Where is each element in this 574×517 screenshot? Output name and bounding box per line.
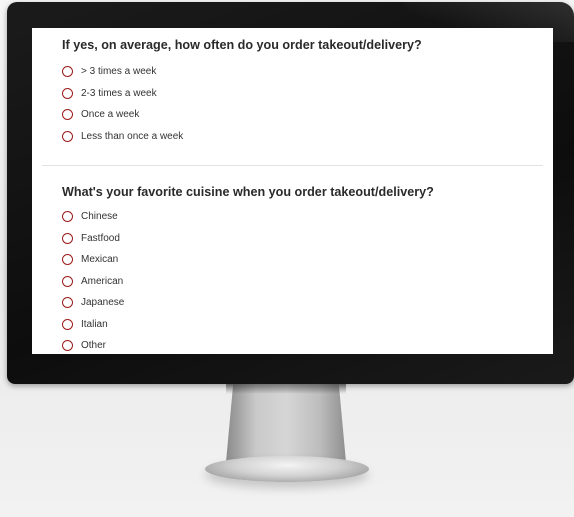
radio-button-icon[interactable] [62, 254, 73, 266]
question-cuisine-options: Chinese Fastfood Mexican American Japane… [62, 206, 124, 354]
option-chinese[interactable]: Chinese [62, 206, 124, 228]
option-other[interactable]: Other [62, 335, 124, 354]
option-more-than-3-weekly[interactable]: > 3 times a week [62, 61, 183, 83]
option-italian[interactable]: Italian [62, 314, 124, 336]
radio-button-icon[interactable] [62, 211, 73, 223]
option-once-weekly[interactable]: Once a week [62, 104, 183, 126]
monitor: If yes, on average, how often do you ord… [7, 2, 574, 384]
radio-button-icon[interactable] [62, 66, 73, 78]
option-japanese[interactable]: Japanese [62, 292, 124, 314]
radio-button-icon[interactable] [62, 318, 73, 330]
radio-button-icon[interactable] [62, 232, 73, 244]
radio-button-icon[interactable] [62, 340, 73, 352]
monitor-stand-shadow [226, 384, 346, 394]
radio-button-icon[interactable] [62, 275, 73, 287]
option-label: Fastfood [81, 232, 120, 244]
survey-screen: If yes, on average, how often do you ord… [32, 28, 553, 354]
radio-button-icon[interactable] [62, 130, 73, 142]
option-label: 2-3 times a week [81, 87, 157, 99]
monitor-stand-neck [226, 384, 346, 462]
radio-button-icon[interactable] [62, 109, 73, 121]
option-2-3-weekly[interactable]: 2-3 times a week [62, 83, 183, 105]
option-label: > 3 times a week [81, 66, 157, 78]
option-label: Chinese [81, 211, 118, 223]
question-divider [42, 165, 543, 166]
option-american[interactable]: American [62, 271, 124, 293]
option-fastfood[interactable]: Fastfood [62, 228, 124, 250]
monitor-stand-base [205, 456, 369, 482]
option-label: Italian [81, 318, 108, 330]
option-label: Mexican [81, 254, 119, 266]
option-less-than-weekly[interactable]: Less than once a week [62, 126, 183, 148]
option-mexican[interactable]: Mexican [62, 249, 124, 271]
radio-button-icon[interactable] [62, 87, 73, 99]
option-label: Other [81, 340, 107, 352]
question-cuisine-title: What's your favorite cuisine when you or… [62, 185, 434, 199]
option-label: Once a week [81, 109, 140, 121]
question-frequency-options: > 3 times a week 2-3 times a week Once a… [62, 61, 183, 147]
option-label: Japanese [81, 297, 125, 309]
radio-button-icon[interactable] [62, 297, 73, 309]
question-frequency-title: If yes, on average, how often do you ord… [62, 38, 422, 52]
option-label: Less than once a week [81, 130, 184, 142]
option-label: American [81, 275, 124, 287]
